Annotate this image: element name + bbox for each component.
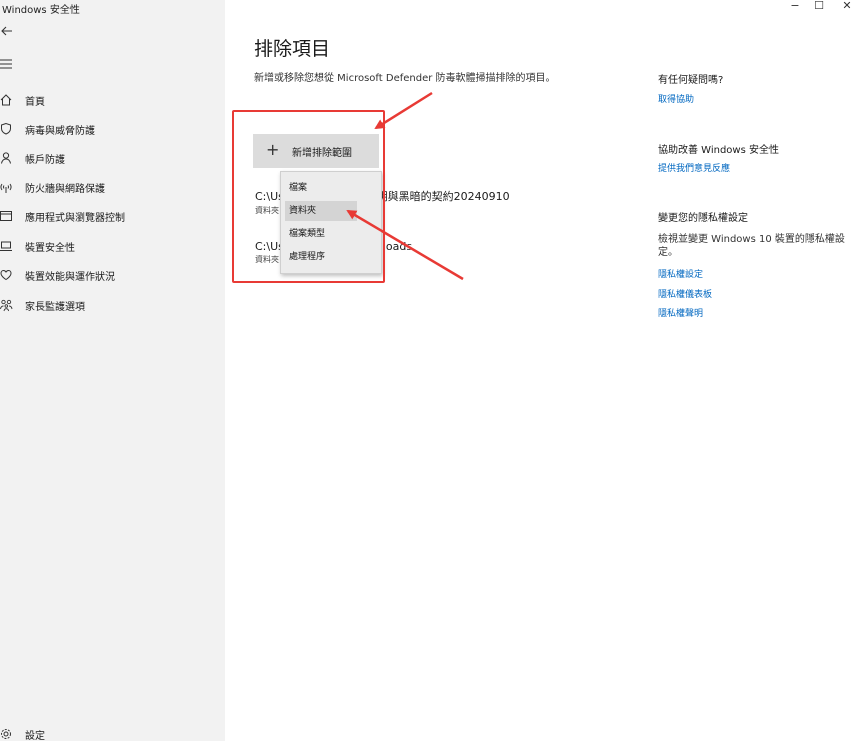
sidebar-item-settings[interactable]: 設定 [0, 724, 222, 746]
sidebar-item-account-protection[interactable]: 帳戶防護 [0, 148, 222, 170]
home-icon [0, 93, 14, 107]
gear-icon [0, 727, 14, 741]
sidebar-item-label: 裝置效能與運作狀況 [25, 272, 115, 283]
privacy-heading: 變更您的隱私權設定 [658, 213, 748, 224]
app-window-icon [0, 209, 14, 223]
privacy-dashboard-link[interactable]: 隱私權儀表板 [658, 287, 712, 300]
sidebar-item-firewall[interactable]: 防火牆與網路保護 [0, 177, 222, 199]
sidebar-item-family-options[interactable]: 家長監護選項 [0, 295, 222, 317]
sidebar-item-home[interactable]: 首頁 [0, 90, 222, 112]
laptop-icon [0, 239, 14, 253]
privacy-description: 檢視並變更 Windows 10 裝置的隱私權設定。 [658, 234, 845, 258]
page-title: 排除項目 [254, 38, 331, 60]
back-arrow-icon[interactable] [0, 24, 14, 38]
shield-icon [0, 122, 14, 136]
sidebar-item-label: 應用程式與瀏覽器控制 [25, 213, 125, 224]
dropdown-option-file-type[interactable]: 檔案類型 [285, 224, 357, 244]
hamburger-menu-icon[interactable] [0, 58, 14, 70]
dropdown-option-folder[interactable]: 資料夾 [285, 201, 357, 221]
wifi-antenna-icon [0, 180, 14, 194]
main-content: 排除項目 新增或移除您想從 Microsoft Defender 防毒軟體掃描排… [225, 0, 860, 741]
sidebar: 首頁 病毒與威脅防護 帳戶防護 防火牆與網路保護 應用程式與瀏覽器控制 裝置安全… [0, 0, 225, 742]
sidebar-item-label: 帳戶防護 [25, 155, 65, 166]
get-help-link[interactable]: 取得協助 [658, 92, 694, 105]
sidebar-item-app-browser-control[interactable]: 應用程式與瀏覽器控制 [0, 206, 222, 228]
privacy-settings-link[interactable]: 隱私權設定 [658, 267, 703, 280]
improve-heading: 協助改善 Windows 安全性 [658, 145, 779, 156]
exclusion-type-dropdown: 檔案 資料夾 檔案類型 處理程序 [280, 171, 382, 274]
sidebar-item-label: 家長監護選項 [25, 302, 85, 313]
sidebar-item-label: 裝置安全性 [25, 243, 75, 254]
window-title: Windows 安全性 [2, 5, 80, 16]
sidebar-item-label: 病毒與威脅防護 [25, 126, 95, 137]
person-icon [0, 151, 14, 165]
add-exclusion-label: 新增排除範圍 [292, 148, 352, 159]
plus-icon: + [266, 140, 280, 159]
privacy-statement-link[interactable]: 隱私權聲明 [658, 306, 703, 319]
heart-icon [0, 268, 14, 282]
add-exclusion-button[interactable]: + 新增排除範圍 [253, 134, 379, 168]
dropdown-option-file[interactable]: 檔案 [285, 178, 357, 198]
sidebar-item-label: 首頁 [25, 97, 45, 108]
help-heading: 有任何疑問嗎? [658, 75, 724, 86]
family-icon [0, 298, 14, 312]
sidebar-item-label: 防火牆與網路保護 [25, 184, 105, 195]
sidebar-item-label: 設定 [25, 731, 45, 742]
sidebar-item-virus-protection[interactable]: 病毒與威脅防護 [0, 119, 222, 141]
dropdown-option-process[interactable]: 處理程序 [285, 247, 357, 267]
sidebar-item-device-performance[interactable]: 裝置效能與運作狀況 [0, 265, 222, 287]
page-description: 新增或移除您想從 Microsoft Defender 防毒軟體掃描排除的項目。 [254, 73, 556, 84]
sidebar-item-device-security[interactable]: 裝置安全性 [0, 236, 222, 258]
feedback-link[interactable]: 提供我們意見反應 [658, 161, 730, 174]
